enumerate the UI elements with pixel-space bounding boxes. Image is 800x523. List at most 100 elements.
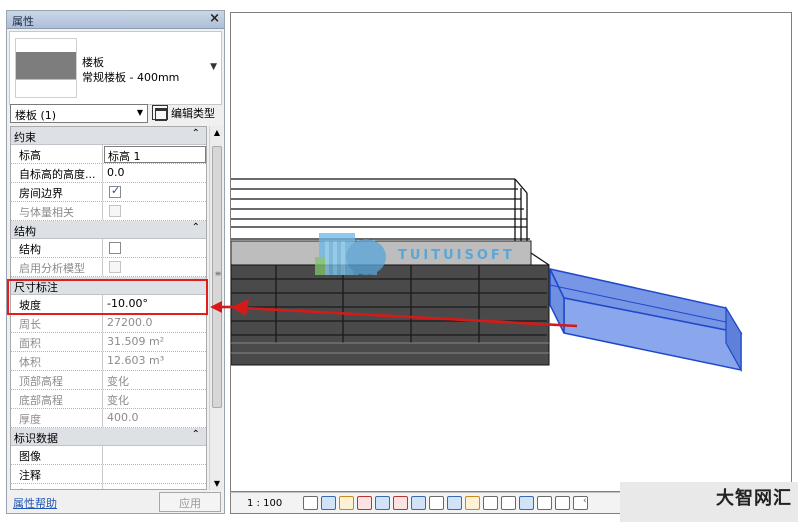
property-value	[104, 183, 206, 201]
property-value[interactable]	[104, 465, 206, 483]
temporary-hide-icon[interactable]	[411, 496, 426, 510]
type-family-label: 楼板	[82, 56, 104, 69]
property-value: 12.603 m³	[107, 354, 165, 367]
properties-palette: 属性 × 楼板 常规楼板 - 400mm ▼ 楼板 (1) ▼ 编辑类型 约束 …	[6, 10, 225, 514]
constraints-icon[interactable]	[555, 496, 570, 510]
collapse-chevron-icon[interactable]: ⌃	[192, 222, 200, 233]
render-icon[interactable]	[537, 496, 552, 510]
group-header-dimensions[interactable]: 尺寸标注 ⌃	[11, 277, 206, 295]
visual-style-icon[interactable]	[321, 496, 336, 510]
property-name: 图像	[11, 446, 103, 464]
property-value[interactable]	[104, 484, 206, 489]
property-value	[104, 202, 206, 220]
group-label: 约束	[14, 131, 36, 144]
detail-level-icon[interactable]	[303, 496, 318, 510]
group-label: 标识数据	[14, 432, 58, 445]
sun-path-icon[interactable]	[339, 496, 354, 510]
view-tools	[303, 496, 588, 512]
show-crop-icon[interactable]	[393, 496, 408, 510]
property-row: 周长 27200.0	[11, 314, 206, 333]
property-row: 厚度 400.0	[11, 409, 206, 428]
selected-slope-floor[interactable]	[548, 267, 743, 373]
lock-view-icon[interactable]	[519, 496, 534, 510]
property-value[interactable]	[104, 446, 206, 464]
chevron-down-icon[interactable]: ▼	[210, 62, 217, 72]
crop-view-icon[interactable]	[375, 496, 390, 510]
design-options-icon[interactable]	[465, 496, 480, 510]
property-row: 体积 12.603 m³	[11, 352, 206, 371]
property-row: 面积 31.509 m²	[11, 333, 206, 352]
property-name: 顶部高程	[11, 371, 103, 389]
group-header-identity[interactable]: 标识数据 ⌃	[11, 428, 206, 446]
property-value	[104, 258, 206, 276]
level-input[interactable]: 标高 1	[104, 146, 206, 163]
property-name: 标记	[11, 484, 103, 489]
scroll-up-icon[interactable]: ▲	[210, 128, 224, 137]
property-name: 体积	[11, 352, 103, 370]
property-name: 与体量相关	[11, 202, 103, 220]
group-header-structural[interactable]: 结构 ⌃	[11, 221, 206, 239]
palette-titlebar[interactable]: 属性 ×	[7, 11, 224, 29]
group-header-constraints[interactable]: 约束 ⌃	[11, 127, 206, 145]
shadows-icon[interactable]	[357, 496, 372, 510]
scroll-thumb[interactable]: ≡	[212, 146, 222, 408]
property-name: 底部高程	[11, 390, 103, 408]
grip-icon: ≡	[214, 269, 222, 278]
collapse-chevron-icon[interactable]: ⌃	[192, 128, 200, 139]
property-value: 31.509 m²	[107, 335, 165, 348]
edit-type-button[interactable]: 编辑类型	[152, 103, 224, 123]
property-row: 启用分析模型	[11, 258, 206, 277]
collapse-chevron-icon[interactable]: ⌃	[192, 429, 200, 440]
structural-checkbox[interactable]	[109, 242, 121, 254]
property-value: 变化	[107, 375, 129, 388]
palette-title: 属性	[12, 15, 34, 28]
analytical-model-checkbox	[109, 261, 121, 273]
property-row: 注释	[11, 465, 206, 484]
watermark-badge: 大智网汇	[620, 482, 798, 522]
apply-button[interactable]: 应用	[159, 492, 221, 512]
group-label: 结构	[14, 225, 36, 238]
property-name: 标高	[11, 145, 103, 163]
related-to-mass-checkbox	[109, 205, 121, 217]
room-bounding-checkbox[interactable]	[109, 184, 121, 198]
analytical-model-icon[interactable]	[483, 496, 498, 510]
property-value[interactable]: 0.0	[104, 164, 206, 182]
type-selector[interactable]: 楼板 常规楼板 - 400mm ▼	[9, 31, 222, 105]
group-label: 尺寸标注	[14, 281, 58, 294]
reveal-hidden-icon[interactable]	[429, 496, 444, 510]
close-icon[interactable]: ×	[209, 11, 220, 26]
property-row: 房间边界	[11, 183, 206, 202]
properties-help-link[interactable]: 属性帮助	[13, 495, 57, 511]
property-value: 400.0	[107, 411, 139, 424]
edit-type-label: 编辑类型	[171, 107, 215, 120]
property-row: 坡度 -10.00°	[11, 295, 206, 314]
collapse-chevron-icon[interactable]: ⌃	[192, 278, 200, 289]
chevron-down-icon[interactable]: ▼	[137, 108, 143, 117]
highlight-displacement-icon[interactable]	[501, 496, 516, 510]
property-name: 启用分析模型	[11, 258, 103, 276]
property-row: 顶部高程 变化	[11, 371, 206, 390]
edit-type-icon	[152, 105, 168, 121]
scroll-left-icon[interactable]: ‹	[583, 496, 587, 506]
property-row: 底部高程 变化	[11, 390, 206, 409]
property-name: 坡度	[11, 295, 103, 313]
annotation-arrowhead	[210, 301, 234, 313]
property-name: 结构	[11, 239, 103, 257]
watermark-text: 大智网汇	[716, 488, 792, 509]
property-row: 自标高的高度... 0.0	[11, 164, 206, 183]
instance-filter-dropdown[interactable]: 楼板 (1) ▼	[10, 104, 148, 123]
type-preview-image	[15, 38, 77, 98]
slope-value[interactable]: -10.00°	[104, 295, 206, 313]
property-name: 房间边界	[11, 183, 103, 201]
properties-grid: 约束 ⌃ 标高 标高 1 自标高的高度... 0.0 房间边界 与体量相关 结构…	[10, 126, 207, 490]
property-value: 变化	[107, 394, 129, 407]
worksets-icon[interactable]	[447, 496, 462, 510]
property-value	[104, 239, 206, 257]
property-name: 周长	[11, 314, 103, 332]
property-row: 标高 标高 1	[11, 145, 206, 164]
property-name: 注释	[11, 465, 103, 483]
property-row: 结构	[11, 239, 206, 258]
watermark-logo-text: TUITUISOFT	[398, 248, 515, 263]
scroll-down-icon[interactable]: ▼	[210, 479, 224, 488]
view-scale[interactable]: 1 : 100	[247, 498, 282, 509]
